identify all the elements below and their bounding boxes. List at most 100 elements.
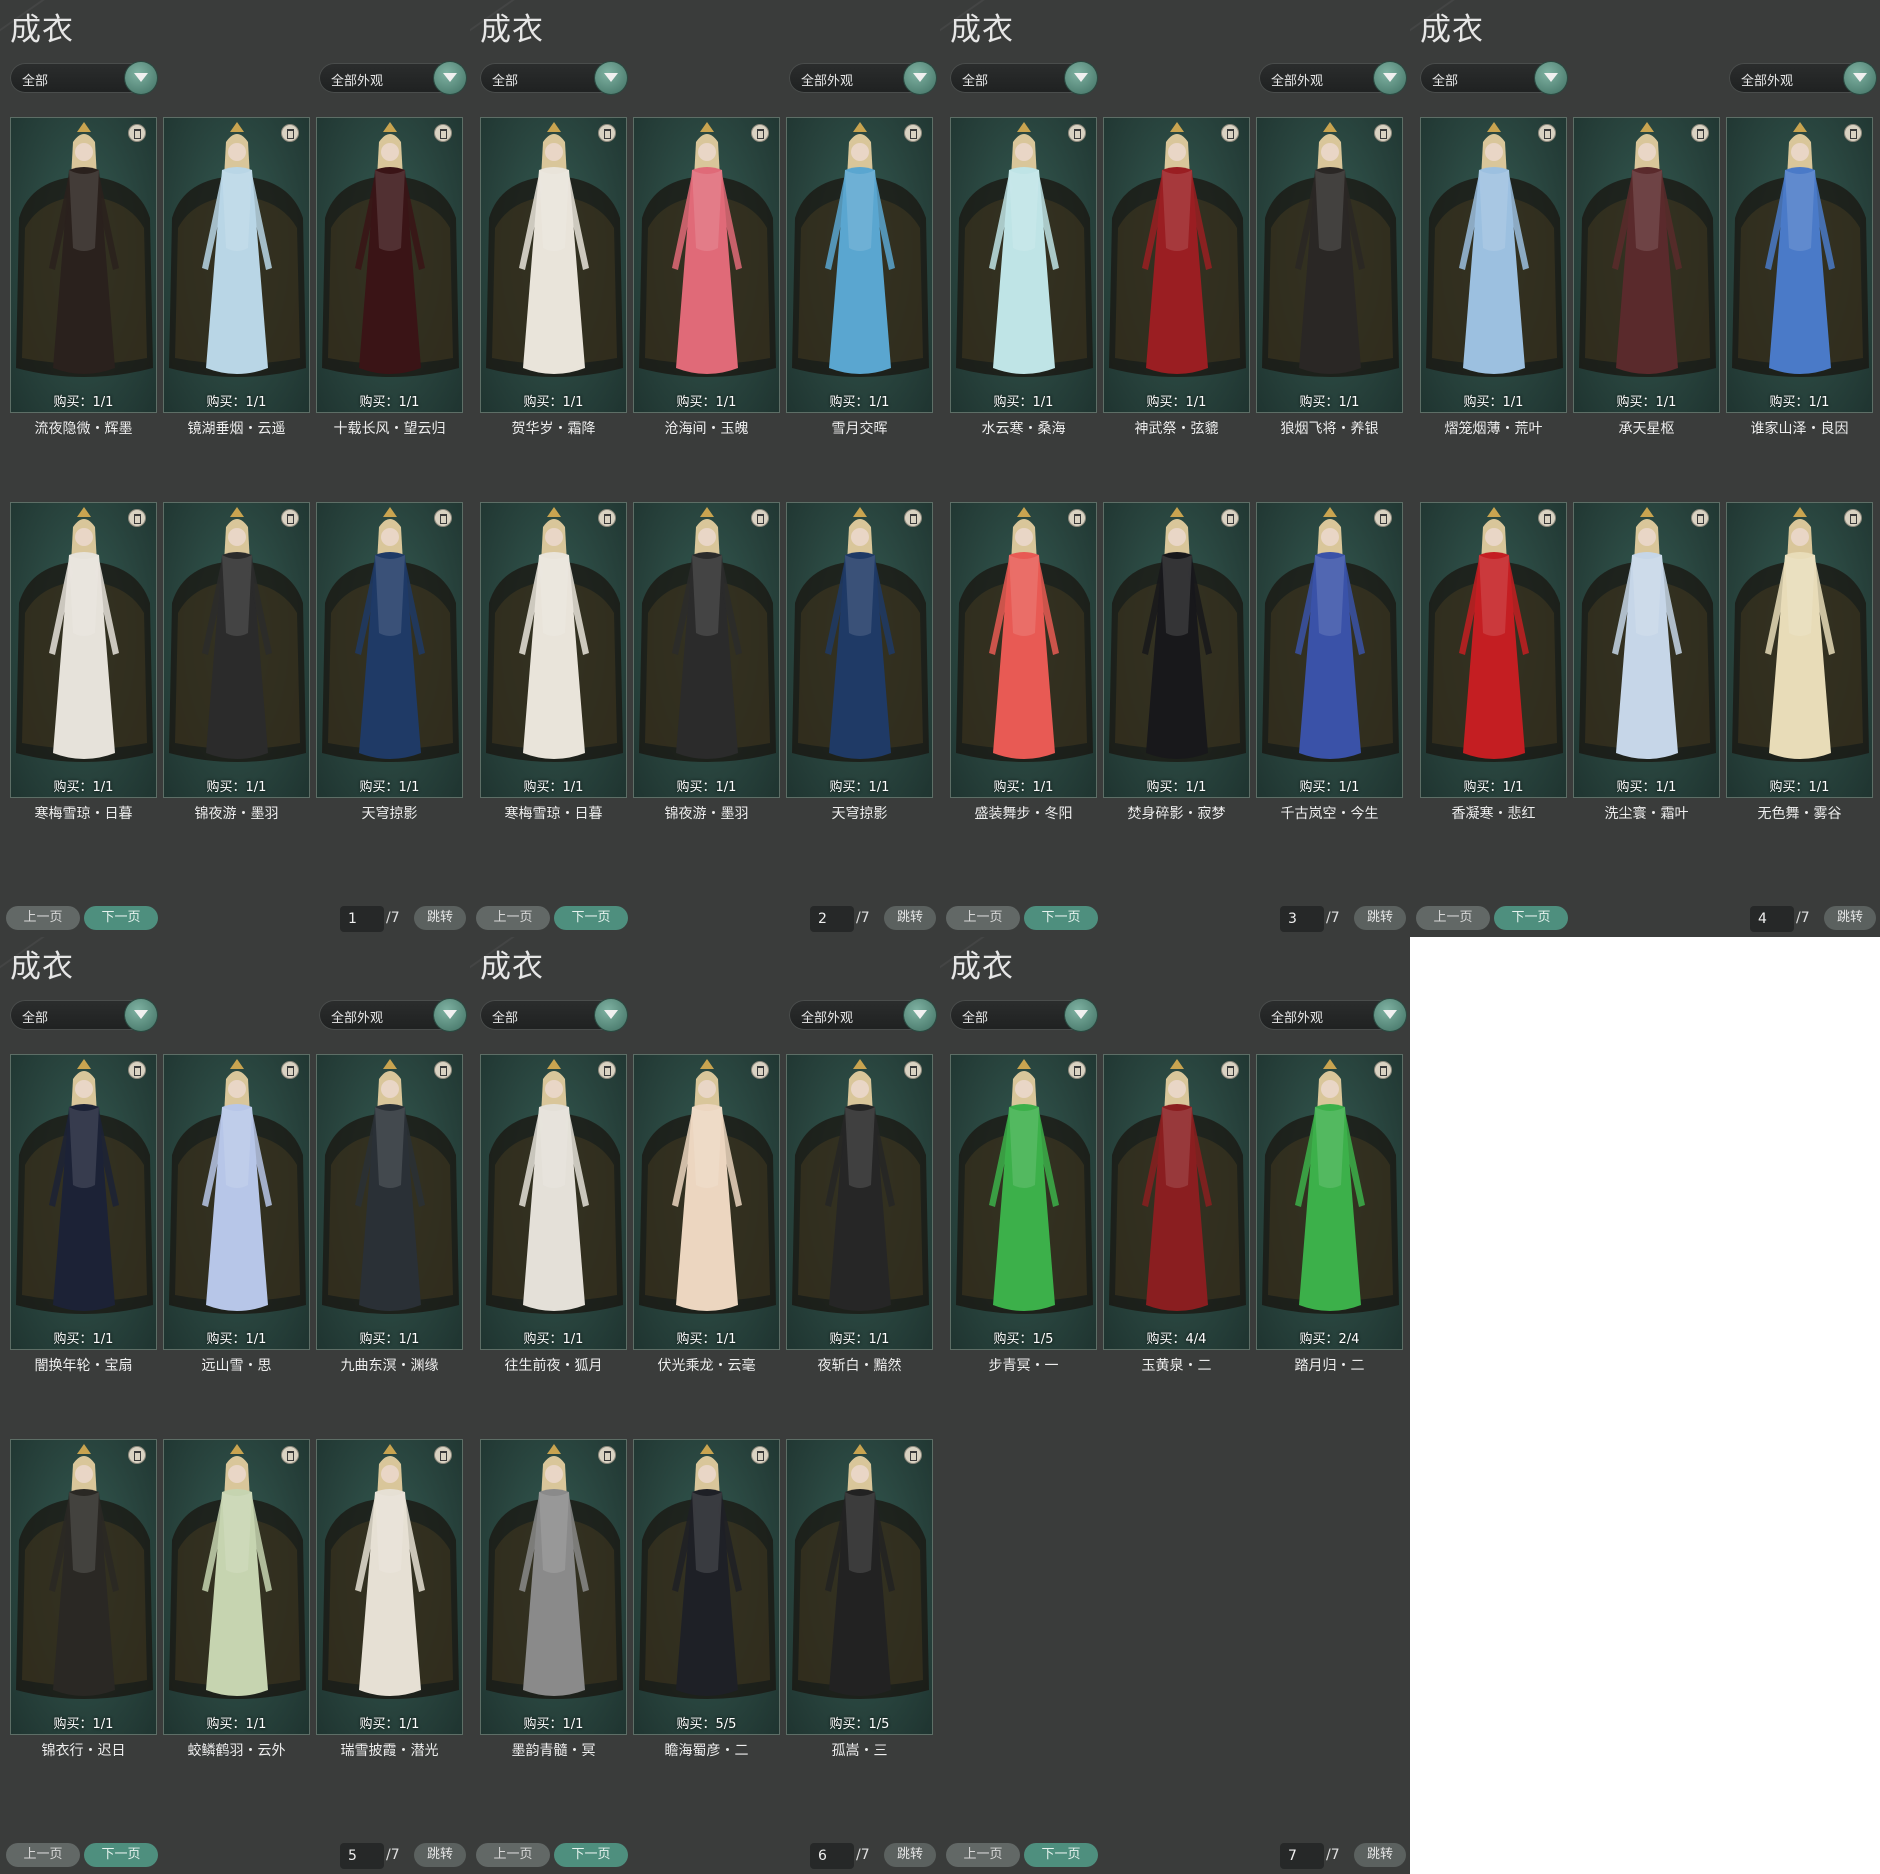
trash-icon[interactable] — [1221, 124, 1239, 142]
outfit-card[interactable]: 购买：1/1 — [316, 502, 463, 798]
trash-icon[interactable] — [1374, 1061, 1392, 1079]
next-page-button[interactable]: 下一页 — [1494, 906, 1568, 930]
trash-icon[interactable] — [128, 124, 146, 142]
jump-button[interactable]: 跳转 — [414, 1843, 466, 1867]
jump-button[interactable]: 跳转 — [884, 1843, 936, 1867]
page-number-input[interactable]: 3 — [1280, 906, 1324, 932]
chevron-down-icon[interactable] — [1065, 62, 1097, 94]
appearance-filter-dropdown[interactable]: 全部外观 — [1729, 62, 1876, 94]
trash-icon[interactable] — [598, 124, 616, 142]
trash-icon[interactable] — [1221, 1061, 1239, 1079]
outfit-card[interactable]: 购买：1/1 — [1726, 117, 1873, 413]
trash-icon[interactable] — [1538, 509, 1556, 527]
chevron-down-icon[interactable] — [1374, 999, 1406, 1031]
trash-icon[interactable] — [904, 1061, 922, 1079]
page-number-input[interactable]: 6 — [810, 1843, 854, 1869]
outfit-card[interactable]: 购买：1/1 — [1573, 117, 1720, 413]
outfit-card[interactable]: 购买：1/1 — [163, 502, 310, 798]
outfit-card[interactable]: 购买：1/1 — [950, 117, 1097, 413]
outfit-card[interactable]: 购买：1/1 — [786, 502, 933, 798]
outfit-card[interactable]: 购买：1/1 — [1256, 502, 1403, 798]
page-number-input[interactable]: 1 — [340, 906, 384, 932]
next-page-button[interactable]: 下一页 — [1024, 906, 1098, 930]
prev-page-button[interactable]: 上一页 — [476, 1843, 550, 1867]
trash-icon[interactable] — [751, 509, 769, 527]
chevron-down-icon[interactable] — [434, 62, 466, 94]
outfit-card[interactable]: 购买：1/1 — [480, 1054, 627, 1350]
prev-page-button[interactable]: 上一页 — [946, 1843, 1020, 1867]
trash-icon[interactable] — [281, 509, 299, 527]
category-filter-dropdown[interactable]: 全部 — [950, 62, 1097, 94]
trash-icon[interactable] — [434, 124, 452, 142]
category-filter-dropdown[interactable]: 全部 — [950, 999, 1097, 1031]
appearance-filter-dropdown[interactable]: 全部外观 — [1259, 62, 1406, 94]
outfit-card[interactable]: 购买：1/5 — [786, 1439, 933, 1735]
trash-icon[interactable] — [434, 509, 452, 527]
page-number-input[interactable]: 2 — [810, 906, 854, 932]
trash-icon[interactable] — [598, 509, 616, 527]
trash-icon[interactable] — [1691, 509, 1709, 527]
jump-button[interactable]: 跳转 — [414, 906, 466, 930]
next-page-button[interactable]: 下一页 — [84, 1843, 158, 1867]
appearance-filter-dropdown[interactable]: 全部外观 — [319, 999, 466, 1031]
outfit-card[interactable]: 购买：1/1 — [480, 502, 627, 798]
outfit-card[interactable]: 购买：1/1 — [10, 502, 157, 798]
trash-icon[interactable] — [1844, 509, 1862, 527]
trash-icon[interactable] — [904, 124, 922, 142]
trash-icon[interactable] — [281, 1061, 299, 1079]
trash-icon[interactable] — [434, 1446, 452, 1464]
category-filter-dropdown[interactable]: 全部 — [1420, 62, 1567, 94]
next-page-button[interactable]: 下一页 — [554, 906, 628, 930]
outfit-card[interactable]: 购买：5/5 — [633, 1439, 780, 1735]
prev-page-button[interactable]: 上一页 — [476, 906, 550, 930]
trash-icon[interactable] — [751, 1446, 769, 1464]
appearance-filter-dropdown[interactable]: 全部外观 — [319, 62, 466, 94]
chevron-down-icon[interactable] — [1535, 62, 1567, 94]
outfit-card[interactable]: 购买：2/4 — [1256, 1054, 1403, 1350]
category-filter-dropdown[interactable]: 全部 — [480, 62, 627, 94]
trash-icon[interactable] — [434, 1061, 452, 1079]
outfit-card[interactable]: 购买：1/5 — [950, 1054, 1097, 1350]
trash-icon[interactable] — [128, 1446, 146, 1464]
jump-button[interactable]: 跳转 — [884, 906, 936, 930]
prev-page-button[interactable]: 上一页 — [6, 1843, 80, 1867]
trash-icon[interactable] — [1068, 124, 1086, 142]
chevron-down-icon[interactable] — [125, 999, 157, 1031]
category-filter-dropdown[interactable]: 全部 — [10, 999, 157, 1031]
outfit-card[interactable]: 购买：1/1 — [163, 1054, 310, 1350]
category-filter-dropdown[interactable]: 全部 — [480, 999, 627, 1031]
outfit-card[interactable]: 购买：1/1 — [633, 502, 780, 798]
chevron-down-icon[interactable] — [904, 999, 936, 1031]
outfit-card[interactable]: 购买：1/1 — [1103, 117, 1250, 413]
appearance-filter-dropdown[interactable]: 全部外观 — [789, 62, 936, 94]
jump-button[interactable]: 跳转 — [1824, 906, 1876, 930]
outfit-card[interactable]: 购买：1/1 — [1726, 502, 1873, 798]
trash-icon[interactable] — [128, 509, 146, 527]
outfit-card[interactable]: 购买：1/1 — [1256, 117, 1403, 413]
outfit-card[interactable]: 购买：1/1 — [316, 1054, 463, 1350]
trash-icon[interactable] — [1221, 509, 1239, 527]
outfit-card[interactable]: 购买：1/1 — [1420, 117, 1567, 413]
next-page-button[interactable]: 下一页 — [1024, 1843, 1098, 1867]
next-page-button[interactable]: 下一页 — [84, 906, 158, 930]
category-filter-dropdown[interactable]: 全部 — [10, 62, 157, 94]
trash-icon[interactable] — [751, 1061, 769, 1079]
trash-icon[interactable] — [1538, 124, 1556, 142]
chevron-down-icon[interactable] — [1065, 999, 1097, 1031]
jump-button[interactable]: 跳转 — [1354, 1843, 1406, 1867]
trash-icon[interactable] — [1844, 124, 1862, 142]
trash-icon[interactable] — [1068, 1061, 1086, 1079]
chevron-down-icon[interactable] — [1844, 62, 1876, 94]
outfit-card[interactable]: 购买：1/1 — [316, 117, 463, 413]
outfit-card[interactable]: 购买：1/1 — [786, 117, 933, 413]
outfit-card[interactable]: 购买：1/1 — [950, 502, 1097, 798]
outfit-card[interactable]: 购买：1/1 — [633, 117, 780, 413]
chevron-down-icon[interactable] — [595, 999, 627, 1031]
page-number-input[interactable]: 5 — [340, 1843, 384, 1869]
prev-page-button[interactable]: 上一页 — [6, 906, 80, 930]
trash-icon[interactable] — [281, 1446, 299, 1464]
outfit-card[interactable]: 购买：4/4 — [1103, 1054, 1250, 1350]
trash-icon[interactable] — [281, 124, 299, 142]
outfit-card[interactable]: 购买：1/1 — [480, 1439, 627, 1735]
trash-icon[interactable] — [751, 124, 769, 142]
